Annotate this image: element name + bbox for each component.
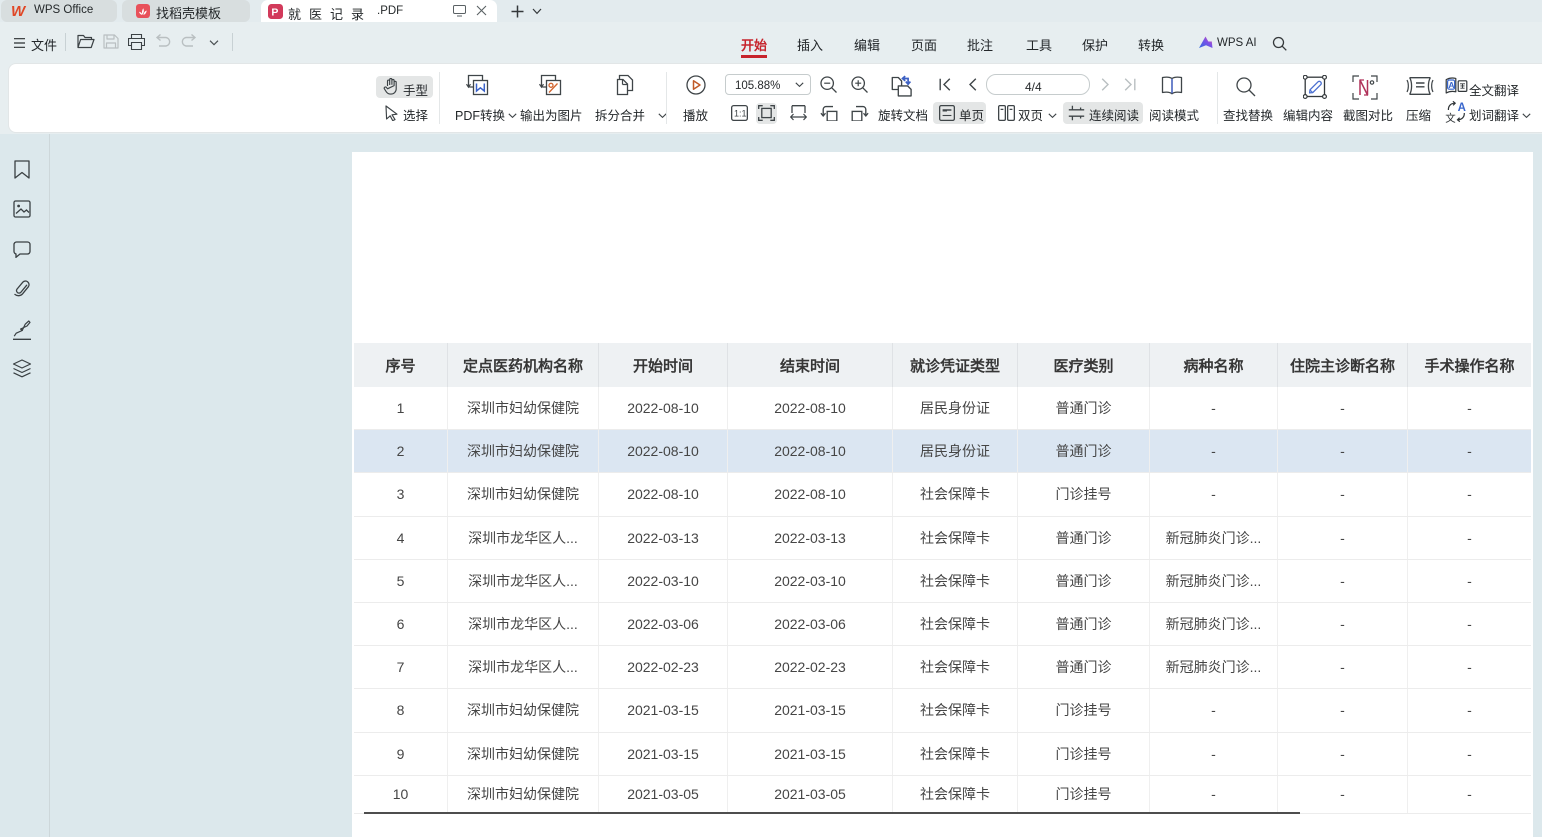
svg-text:P: P [271,7,278,19]
svg-text:文: 文 [1445,112,1456,124]
svg-text:A: A [1448,80,1454,90]
svg-text:A: A [1458,102,1466,114]
svg-text:W: W [12,4,27,18]
svg-text:1:1: 1:1 [734,109,747,119]
